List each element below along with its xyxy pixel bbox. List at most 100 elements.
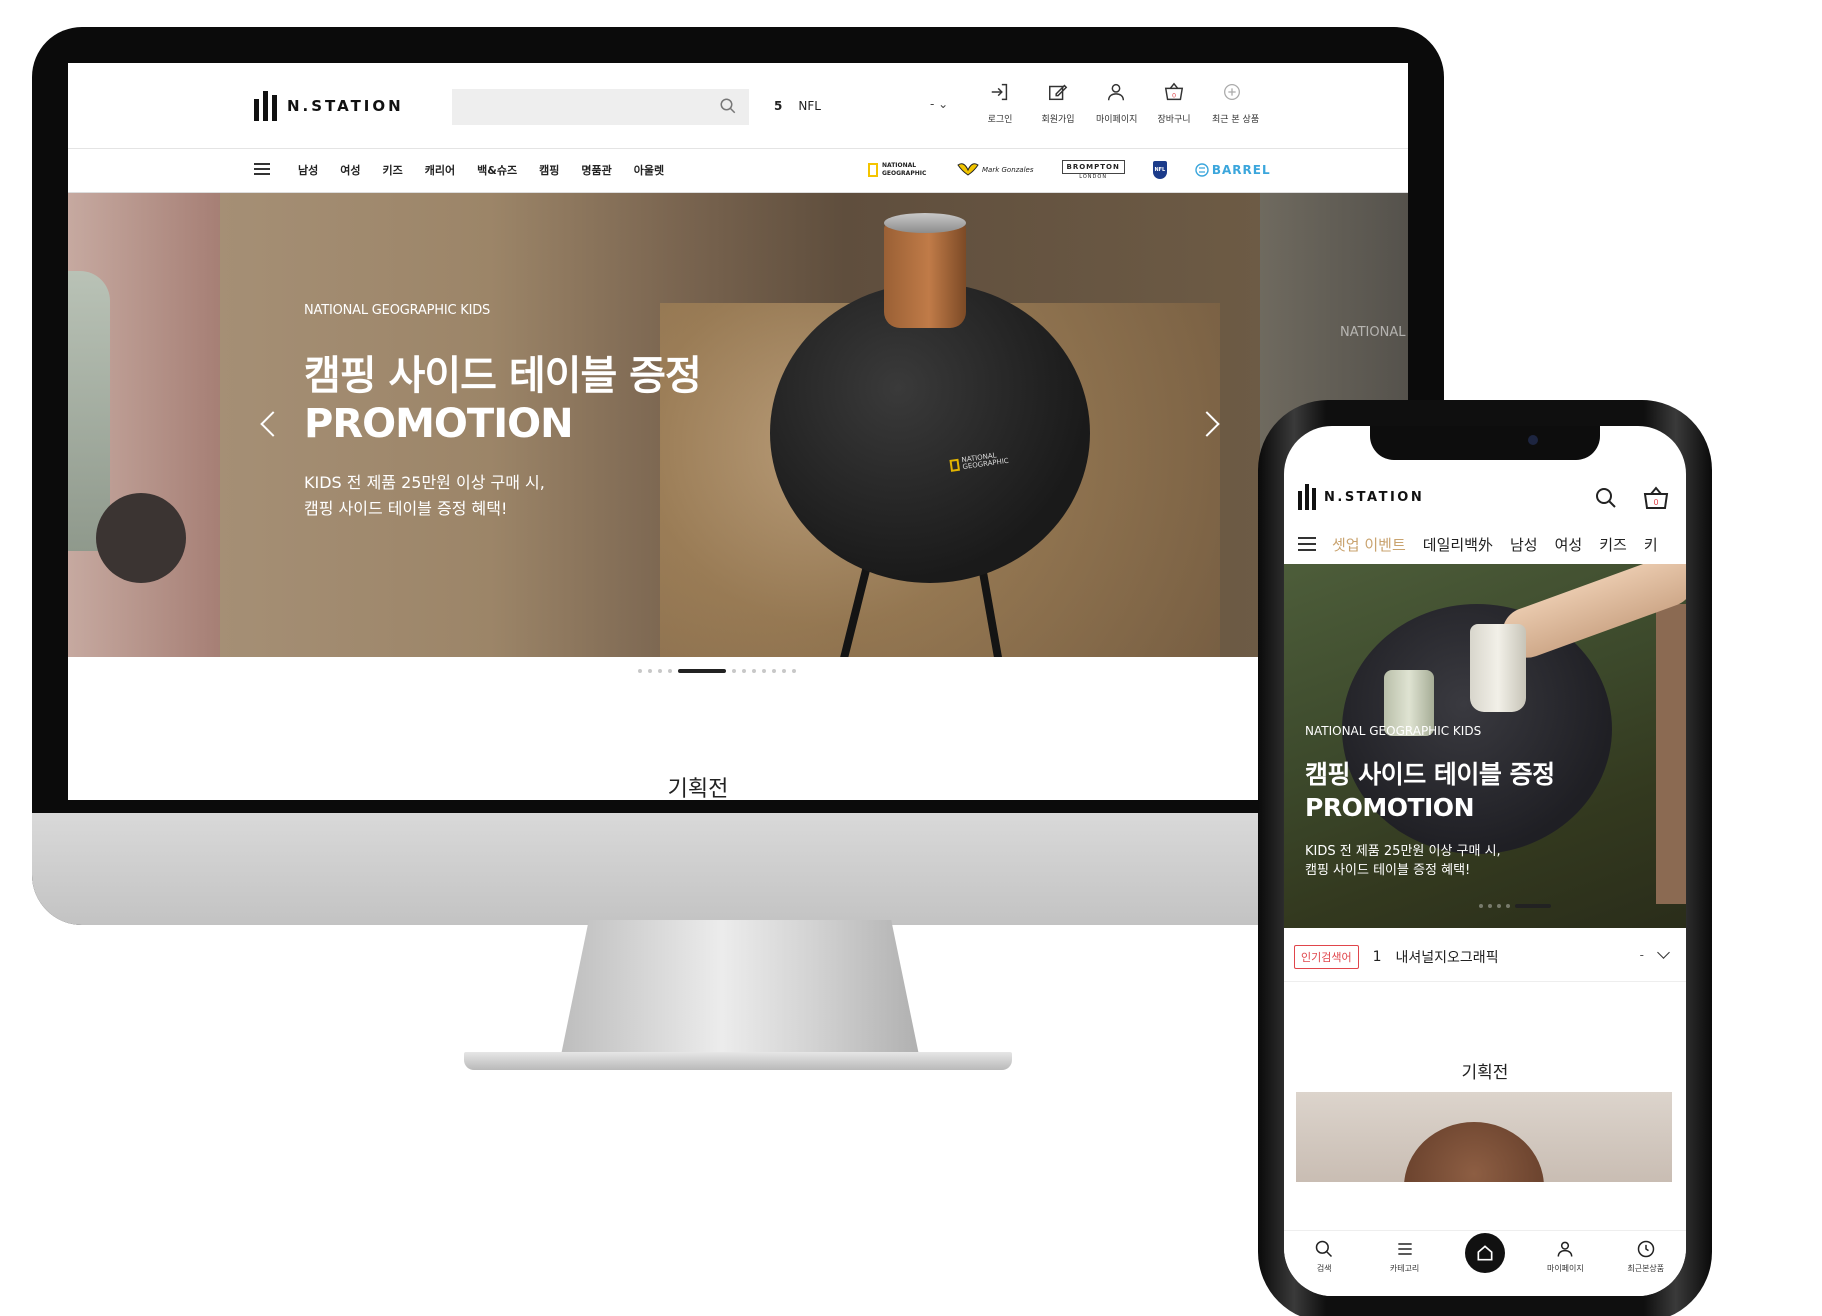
keyword-text[interactable]: 내셔널지오그래픽: [1396, 947, 1499, 967]
nav-item-camping[interactable]: 캠핑: [539, 162, 559, 178]
nav-item-daily-bag[interactable]: 데일리백外: [1423, 534, 1493, 555]
svg-text:0: 0: [1172, 92, 1176, 100]
angel-wings-icon: [957, 163, 979, 176]
nav-item-partial[interactable]: 키: [1644, 534, 1658, 555]
keyword-change: -: [1639, 948, 1644, 962]
nav-item-kids[interactable]: 키즈: [383, 162, 403, 178]
hero-carousel[interactable]: NATIONAL GEOGRAPHIC NATIONAL NATIONAL GE…: [68, 193, 1408, 657]
search-icon[interactable]: [1594, 486, 1618, 510]
hero-title: 캠핑 사이드 테이블 증정 PROMOTION: [304, 352, 702, 448]
brand-national-geographic[interactable]: NATIONAL GEOGRAPHIC: [868, 157, 928, 183]
pagination-dot[interactable]: [782, 669, 786, 673]
tab-recent[interactable]: 최근본상품: [1616, 1239, 1676, 1274]
login-link[interactable]: 로그인: [980, 81, 1020, 126]
pagination-dot[interactable]: [732, 669, 736, 673]
login-icon: [991, 83, 1008, 101]
search-icon[interactable]: [719, 97, 737, 115]
pagination-dot[interactable]: [638, 669, 642, 673]
white-tumbler: [1470, 624, 1526, 712]
brand-barrel[interactable]: BARREL: [1195, 157, 1271, 183]
hamburger-menu-icon[interactable]: [1298, 537, 1316, 551]
nav-item-men[interactable]: 남성: [298, 162, 318, 178]
nav-item-carrier[interactable]: 캐리어: [425, 162, 455, 178]
brand-nfl[interactable]: NFL: [1152, 157, 1167, 183]
hero-copy: NATIONAL GEOGRAPHIC KIDS 캠핑 사이드 테이블 증정 P…: [304, 303, 702, 522]
pagination-dot[interactable]: [1479, 904, 1483, 908]
desktop-monitor: N.STATION 5 NFL - ⌄ 로그인 회원가입 마이페이지 0 장바구…: [32, 27, 1444, 925]
signup-link[interactable]: 회원가입: [1038, 81, 1078, 126]
utility-menu: 로그인 회원가입 마이페이지 0 장바구니 최근 본 상품: [980, 81, 1259, 126]
hero-subtitle: NATIONAL GEOGRAPHIC KIDS: [304, 303, 491, 318]
cart-label: 장바구니: [1157, 115, 1191, 125]
pagination-dot[interactable]: [1497, 904, 1501, 908]
cart-icon[interactable]: 0: [1642, 484, 1670, 512]
mobile-hero-subtitle: NATIONAL GEOGRAPHIC KIDS: [1305, 724, 1482, 738]
nav-item-women[interactable]: 여성: [1555, 534, 1583, 555]
ng-brand-text: NATIONAL GEOGRAPHIC: [882, 162, 927, 177]
edit-icon: [1049, 84, 1068, 101]
mobile-logo-text: N.STATION: [1324, 489, 1425, 505]
nav-item-setup-event[interactable]: 셋업 이벤트: [1332, 534, 1406, 555]
rock-shape: [96, 493, 186, 583]
brand-brompton[interactable]: BROMPTON LONDON: [1061, 157, 1125, 183]
search-icon: [1315, 1240, 1333, 1258]
hero-title-line1: 캠핑 사이드 테이블 증정: [304, 353, 702, 399]
user-icon: [1107, 83, 1125, 101]
monitor-stand: [560, 920, 920, 1060]
carousel-pagination: [68, 669, 1408, 673]
mobile-carousel-pagination: [1284, 904, 1686, 908]
mobile-hero-carousel[interactable]: NATIONAL GEOGRAPHIC KIDS 캠핑 사이드 테이블 증정 P…: [1284, 564, 1686, 928]
pagination-dot[interactable]: [792, 669, 796, 673]
mypage-link[interactable]: 마이페이지: [1096, 81, 1137, 126]
tab-search[interactable]: 검색: [1294, 1239, 1354, 1274]
barrel-text: BARREL: [1211, 163, 1271, 177]
tab-category[interactable]: 카테고리: [1375, 1239, 1435, 1274]
rank-toggle-button[interactable]: - ⌄: [930, 97, 948, 111]
recent-items-link[interactable]: 최근 본 상품: [1212, 81, 1259, 126]
pagination-dot[interactable]: [1488, 904, 1492, 908]
site-logo[interactable]: N.STATION: [254, 91, 404, 121]
chevron-down-icon[interactable]: [1657, 946, 1670, 959]
mobile-hero-desc-line2: 캠핑 사이드 테이블 증정 혜택!: [1305, 863, 1471, 878]
home-button[interactable]: [1464, 1233, 1505, 1273]
search-input[interactable]: [452, 89, 749, 125]
nav-item-kids[interactable]: 키즈: [1599, 534, 1627, 555]
nav-item-bag-shoes[interactable]: 백&슈즈: [477, 162, 517, 178]
menu-icon: [1397, 1243, 1412, 1255]
pagination-dot[interactable]: [762, 669, 766, 673]
rank-keyword[interactable]: NFL: [798, 99, 821, 113]
user-icon: [1557, 1241, 1573, 1257]
promotion-card-image[interactable]: [1296, 1092, 1672, 1182]
nav-item-outlet[interactable]: 아울렛: [634, 162, 664, 178]
pagination-dot[interactable]: [668, 669, 672, 673]
nav-item-men[interactable]: 남성: [1510, 534, 1538, 555]
hamburger-menu-icon[interactable]: [254, 163, 270, 175]
cart-link[interactable]: 0 장바구니: [1154, 81, 1194, 126]
pagination-dot[interactable]: [772, 669, 776, 673]
hero-desc-line2: 캠핑 사이드 테이블 증정 혜택!: [304, 499, 508, 518]
pagination-dot[interactable]: [648, 669, 652, 673]
pagination-dot[interactable]: [658, 669, 662, 673]
tab-home[interactable]: [1455, 1233, 1515, 1273]
nav-item-luxury[interactable]: 명품관: [581, 162, 611, 178]
pagination-dot-active[interactable]: [678, 669, 726, 673]
popular-keyword-bar[interactable]: 인기검색어 1 내셔널지오그래픽 -: [1284, 932, 1686, 982]
nav-item-women[interactable]: 여성: [340, 162, 360, 178]
mobile-header: N.STATION 0: [1284, 472, 1686, 522]
model-photo: [1404, 1122, 1544, 1182]
desktop-header: N.STATION 5 NFL - ⌄ 로그인 회원가입 마이페이지 0 장바구…: [68, 63, 1408, 149]
brand-mark-gonzales[interactable]: Mark Gonzales: [956, 157, 1034, 183]
mobile-screen: N.STATION 0 셋업 이벤트 데일리백外 남성 여성 키즈 키 NATI…: [1284, 426, 1686, 1296]
hero-desc-line1: KIDS 전 제품 25만원 이상 구매 시,: [304, 473, 545, 492]
pagination-dot[interactable]: [1506, 904, 1510, 908]
mobile-hero-copy: NATIONAL GEOGRAPHIC KIDS 캠핑 사이드 테이블 증정 P…: [1305, 724, 1555, 880]
pagination-dot[interactable]: [742, 669, 746, 673]
brompton-text: BROMPTON: [1061, 160, 1125, 174]
pagination-dot-active[interactable]: [1515, 904, 1551, 908]
side-table: [770, 283, 1090, 583]
brompton-sub-text: LONDON: [1079, 174, 1108, 180]
pagination-dot[interactable]: [752, 669, 756, 673]
tab-mypage[interactable]: 마이페이지: [1535, 1239, 1595, 1274]
popular-keyword-ticker[interactable]: 5 NFL: [774, 99, 821, 113]
mobile-logo[interactable]: N.STATION: [1298, 484, 1424, 510]
